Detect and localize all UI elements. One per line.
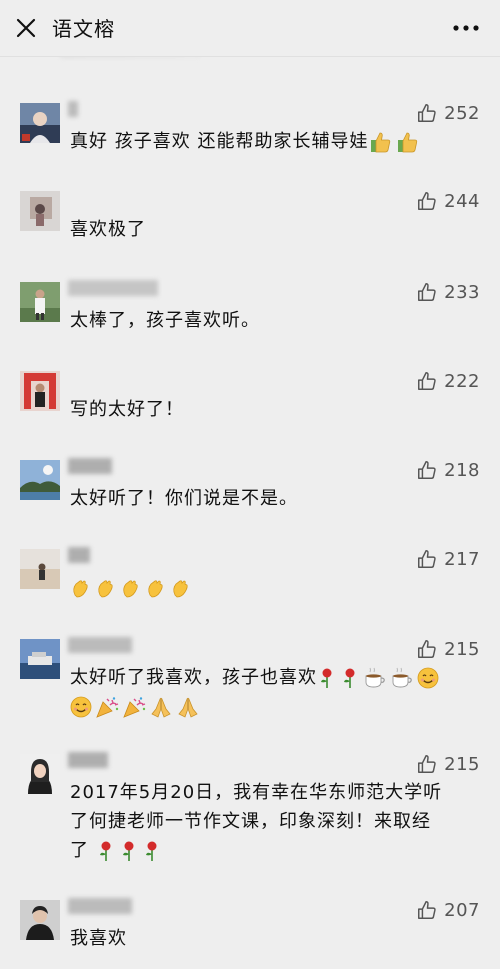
like-count: 215 bbox=[444, 638, 480, 660]
like-button[interactable]: 207 bbox=[416, 898, 480, 922]
avatar[interactable] bbox=[20, 549, 60, 589]
rose-icon bbox=[122, 841, 134, 861]
clapping-hands-icon bbox=[123, 580, 138, 598]
comment-text-line: 了 bbox=[70, 840, 89, 861]
like-count: 217 bbox=[444, 548, 480, 570]
comment-text: 我喜欢 bbox=[70, 928, 127, 949]
avatar[interactable] bbox=[20, 639, 60, 679]
top-bar: 语文榕 bbox=[0, 0, 500, 57]
avatar[interactable] bbox=[20, 460, 60, 500]
comment-text-line: 2017年5月20日，我有幸在华东师范大学听 bbox=[70, 782, 443, 803]
like-button[interactable]: 233 bbox=[416, 280, 480, 304]
thumbs-up-icon bbox=[418, 901, 436, 919]
coffee-icon bbox=[365, 667, 385, 688]
user-name bbox=[68, 280, 158, 296]
thumbs-up-emoji-icon bbox=[371, 132, 391, 153]
like-button[interactable]: 252 bbox=[416, 101, 480, 125]
comment-text bbox=[70, 573, 475, 602]
user-name bbox=[68, 898, 132, 914]
thumbs-up-icon bbox=[418, 461, 436, 479]
avatar[interactable] bbox=[20, 900, 60, 940]
like-count: 252 bbox=[444, 102, 480, 124]
avatar[interactable] bbox=[20, 191, 60, 231]
user-name bbox=[68, 101, 78, 117]
thumbs-up-icon bbox=[418, 104, 436, 122]
comment-text-line: 了何捷老师一节作文课，印象深刻！来取经 bbox=[70, 811, 431, 832]
comment-text: 太棒了，孩子喜欢听。 bbox=[70, 310, 260, 331]
like-count: 215 bbox=[444, 753, 480, 775]
rose-icon bbox=[321, 668, 332, 688]
user-name bbox=[68, 458, 112, 474]
rose-icon bbox=[145, 841, 157, 861]
like-count: 233 bbox=[444, 281, 480, 303]
clapping-hands-icon bbox=[98, 580, 113, 598]
thumbs-up-icon bbox=[418, 755, 436, 773]
avatar[interactable] bbox=[20, 103, 60, 143]
folded-hands-icon bbox=[178, 697, 198, 718]
clapping-hands-icon bbox=[173, 580, 188, 598]
thumbs-up-icon bbox=[418, 550, 436, 568]
like-button[interactable]: 215 bbox=[416, 752, 480, 776]
user-name bbox=[68, 752, 108, 768]
comment-text: 太好听了我喜欢，孩子也喜欢 bbox=[70, 663, 475, 721]
like-count: 244 bbox=[444, 190, 480, 212]
more-icon[interactable] bbox=[452, 18, 480, 38]
like-button[interactable]: 244 bbox=[416, 189, 480, 213]
avatar[interactable] bbox=[20, 282, 60, 322]
smiling-face-icon bbox=[417, 667, 439, 689]
thumbs-up-icon bbox=[418, 640, 436, 658]
like-button[interactable]: 218 bbox=[416, 458, 480, 482]
user-name bbox=[68, 547, 90, 563]
smiling-face-icon bbox=[70, 696, 92, 718]
thumbs-up-icon bbox=[418, 283, 436, 301]
rose-icon bbox=[99, 841, 111, 861]
rose-icon bbox=[344, 668, 355, 688]
thumbs-up-icon bbox=[418, 192, 436, 210]
close-icon[interactable] bbox=[14, 16, 38, 40]
thumbs-up-icon bbox=[418, 372, 436, 390]
like-button[interactable]: 217 bbox=[416, 547, 480, 571]
comment-text-content: 太好听了我喜欢，孩子也喜欢 bbox=[70, 667, 317, 688]
comment-text: 真好 孩子喜欢 还能帮助家长辅导娃 bbox=[70, 127, 475, 156]
comment-text: 太好听了！你们说是不是。 bbox=[70, 488, 298, 509]
comment-text: 喜欢极了 bbox=[70, 219, 146, 240]
folded-hands-icon bbox=[151, 697, 171, 718]
like-count: 207 bbox=[444, 899, 480, 921]
comment-text: 写的太好了！ bbox=[70, 399, 184, 420]
thumbs-up-emoji-icon bbox=[398, 132, 418, 153]
avatar[interactable] bbox=[20, 371, 60, 411]
like-button[interactable]: 215 bbox=[416, 637, 480, 661]
party-popper-icon bbox=[96, 697, 119, 718]
coffee-icon bbox=[392, 667, 412, 688]
comment-text: 2017年5月20日，我有幸在华东师范大学听 了何捷老师一节作文课，印象深刻！来… bbox=[70, 778, 475, 865]
party-popper-icon bbox=[123, 697, 146, 718]
clapping-hands-icon bbox=[148, 580, 163, 598]
comment-text-content: 真好 孩子喜欢 还能帮助家长辅导娃 bbox=[70, 131, 369, 152]
clapping-hands-icon bbox=[73, 580, 88, 598]
user-name bbox=[68, 637, 132, 653]
like-count: 218 bbox=[444, 459, 480, 481]
like-button[interactable]: 222 bbox=[416, 369, 480, 393]
page-title: 语文榕 bbox=[52, 17, 115, 41]
like-count: 222 bbox=[444, 370, 480, 392]
avatar[interactable] bbox=[20, 754, 60, 794]
